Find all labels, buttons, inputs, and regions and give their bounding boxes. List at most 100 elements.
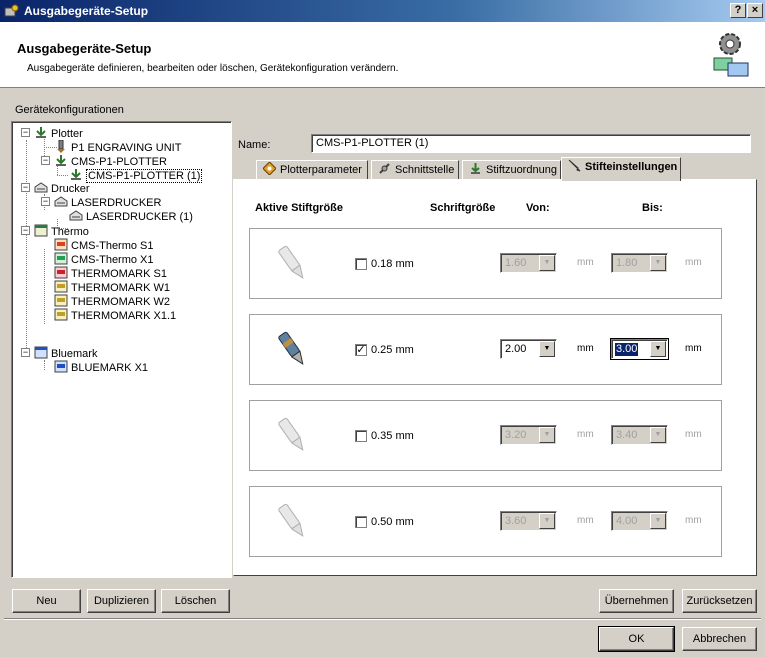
- pen-active-checkbox[interactable]: ✓: [355, 344, 367, 356]
- unit-label: mm: [577, 257, 594, 268]
- bluemark-icon: [34, 346, 48, 359]
- thermo-device-icon: [54, 266, 68, 279]
- tree-node-laserdrucker[interactable]: − LASERDRUCKER: [41, 195, 161, 209]
- tree-node-laserdrucker-1[interactable]: LASERDRUCKER (1): [69, 209, 193, 223]
- tree-node-p1-engraving-unit[interactable]: P1 ENGRAVING UNIT: [54, 140, 181, 154]
- thermo-device-icon: [54, 238, 68, 251]
- pen-disabled-icon: [278, 245, 304, 279]
- thermo-device-icon: [54, 252, 68, 265]
- pen-active-checkbox[interactable]: [355, 258, 367, 270]
- unit-label: mm: [685, 257, 702, 268]
- pen-row: 0.18 mm 1.60 ▼ mm 1.80 ▼ mm: [249, 228, 722, 299]
- pen-size-label: 0.25 mm: [371, 344, 414, 356]
- tree-section-label: Gerätekonfigurationen: [15, 104, 124, 116]
- col-to: Bis:: [642, 202, 663, 214]
- tree-node-thermomark-s1[interactable]: THERMOMARK S1: [54, 266, 167, 280]
- plotter-icon: [71, 169, 81, 180]
- collapse-toggle[interactable]: −: [21, 348, 30, 357]
- pen-assignment-icon: [471, 163, 480, 174]
- collapse-toggle[interactable]: −: [21, 226, 30, 235]
- chevron-down-icon: ▼: [650, 513, 666, 529]
- pen-settings-icon: [568, 159, 581, 172]
- plotter-parameter-icon: [263, 162, 276, 175]
- tree-node-cms-p1-plotter[interactable]: − CMS-P1-PLOTTER: [41, 154, 167, 168]
- tree-node-plotter[interactable]: − Plotter: [21, 126, 83, 140]
- tree-node-bluemark[interactable]: − Bluemark: [21, 346, 97, 360]
- col-font-size: Schriftgröße: [430, 202, 496, 214]
- pen-size-label: 0.18 mm: [371, 258, 414, 270]
- collapse-toggle[interactable]: −: [41, 197, 50, 206]
- chevron-down-icon: ▼: [650, 427, 666, 443]
- collapse-toggle[interactable]: −: [21, 183, 30, 192]
- font-from-select[interactable]: 3.20 ▼: [500, 425, 557, 445]
- gear-icon: [713, 33, 749, 77]
- title-bar: Ausgabegeräte-Setup ? ×: [0, 0, 765, 22]
- chevron-down-icon: ▼: [650, 255, 666, 271]
- thermo-device-icon: [54, 308, 68, 321]
- name-field[interactable]: CMS-P1-PLOTTER (1): [311, 134, 751, 153]
- apply-button[interactable]: Übernehmen: [599, 589, 674, 613]
- tab-stifteinstellungen[interactable]: Stifteinstellungen: [561, 157, 681, 181]
- delete-button[interactable]: Löschen: [161, 589, 230, 613]
- pen-size-label: 0.50 mm: [371, 516, 414, 528]
- tree-node-thermomark-w2[interactable]: THERMOMARK W2: [54, 294, 170, 308]
- duplicate-button[interactable]: Duplizieren: [87, 589, 156, 613]
- pen-row: 0.50 mm 3.60 ▼ mm 4.00 ▼ mm: [249, 486, 722, 557]
- close-button[interactable]: ×: [747, 3, 763, 18]
- unit-label: mm: [577, 343, 594, 354]
- interface-icon: [379, 163, 390, 174]
- ok-button[interactable]: OK: [598, 626, 675, 652]
- bluemark-device-icon: [54, 360, 68, 373]
- tree-node-cms-p1-plotter-1[interactable]: CMS-P1-PLOTTER (1): [69, 168, 203, 183]
- tree-node-cms-thermo-x1[interactable]: CMS-Thermo X1: [54, 252, 154, 266]
- tree-node-thermomark-x1-1[interactable]: THERMOMARK X1.1: [54, 308, 176, 322]
- name-label: Name:: [238, 139, 271, 151]
- pen-disabled-icon: [278, 503, 304, 537]
- pen-active-checkbox[interactable]: [355, 430, 367, 442]
- pen-active-checkbox[interactable]: [355, 516, 367, 528]
- font-to-select[interactable]: 1.80 ▼: [611, 253, 668, 273]
- unit-label: mm: [577, 429, 594, 440]
- pen-disabled-icon: [278, 417, 304, 451]
- new-button[interactable]: Neu: [12, 589, 81, 613]
- chevron-down-icon: ▼: [650, 341, 666, 357]
- printer-icon: [54, 196, 68, 207]
- tree-node-thermo[interactable]: − Thermo: [21, 224, 89, 238]
- pen-row: 0.35 mm 3.20 ▼ mm 3.40 ▼ mm: [249, 400, 722, 471]
- plotter-icon: [56, 155, 66, 166]
- collapse-toggle[interactable]: −: [41, 156, 50, 165]
- font-to-select[interactable]: 3.40 ▼: [611, 425, 668, 445]
- window-title: Ausgabegeräte-Setup: [24, 4, 149, 18]
- help-button[interactable]: ?: [730, 3, 746, 18]
- footer-separator: [4, 618, 761, 620]
- tree-node-thermomark-w1[interactable]: THERMOMARK W1: [54, 280, 170, 294]
- printer-icon: [34, 182, 48, 193]
- chevron-down-icon: ▼: [539, 513, 555, 529]
- col-from: Von:: [526, 202, 550, 214]
- chevron-down-icon: ▼: [539, 341, 555, 357]
- font-to-select[interactable]: 4.00 ▼: [611, 511, 668, 531]
- collapse-toggle[interactable]: −: [21, 128, 30, 137]
- tree-node-bluemark-x1[interactable]: BLUEMARK X1: [54, 360, 148, 374]
- pen-size-label: 0.35 mm: [371, 430, 414, 442]
- tab-schnittstelle[interactable]: Schnittstelle: [371, 160, 459, 180]
- printer-icon: [69, 210, 83, 221]
- pen-active-icon: [278, 331, 304, 365]
- font-from-select[interactable]: 2.00 ▼: [500, 339, 557, 359]
- thermo-icon: [34, 224, 48, 237]
- cancel-button[interactable]: Abbrechen: [682, 627, 757, 651]
- tab-plotterparameter[interactable]: Plotterparameter: [256, 160, 368, 180]
- thermo-device-icon: [54, 280, 68, 293]
- pen-row: ✓ 0.25 mm 2.00 ▼ mm 3.00 ▼ mm: [249, 314, 722, 385]
- device-config-tree[interactable]: − Plotter P1 ENGRAVING UNIT − CMS-P1-PLO…: [11, 121, 232, 578]
- font-from-select[interactable]: 3.60 ▼: [500, 511, 557, 531]
- tree-node-cms-thermo-s1[interactable]: CMS-Thermo S1: [54, 238, 154, 252]
- unit-label: mm: [685, 429, 702, 440]
- font-from-select[interactable]: 1.60 ▼: [500, 253, 557, 273]
- chevron-down-icon: ▼: [539, 427, 555, 443]
- reset-button[interactable]: Zurücksetzen: [682, 589, 757, 613]
- tree-node-drucker[interactable]: − Drucker: [21, 181, 90, 195]
- tab-stiftzuordnung[interactable]: Stiftzuordnung: [462, 160, 561, 180]
- font-to-select[interactable]: 3.00 ▼: [610, 338, 669, 360]
- unit-label: mm: [685, 343, 702, 354]
